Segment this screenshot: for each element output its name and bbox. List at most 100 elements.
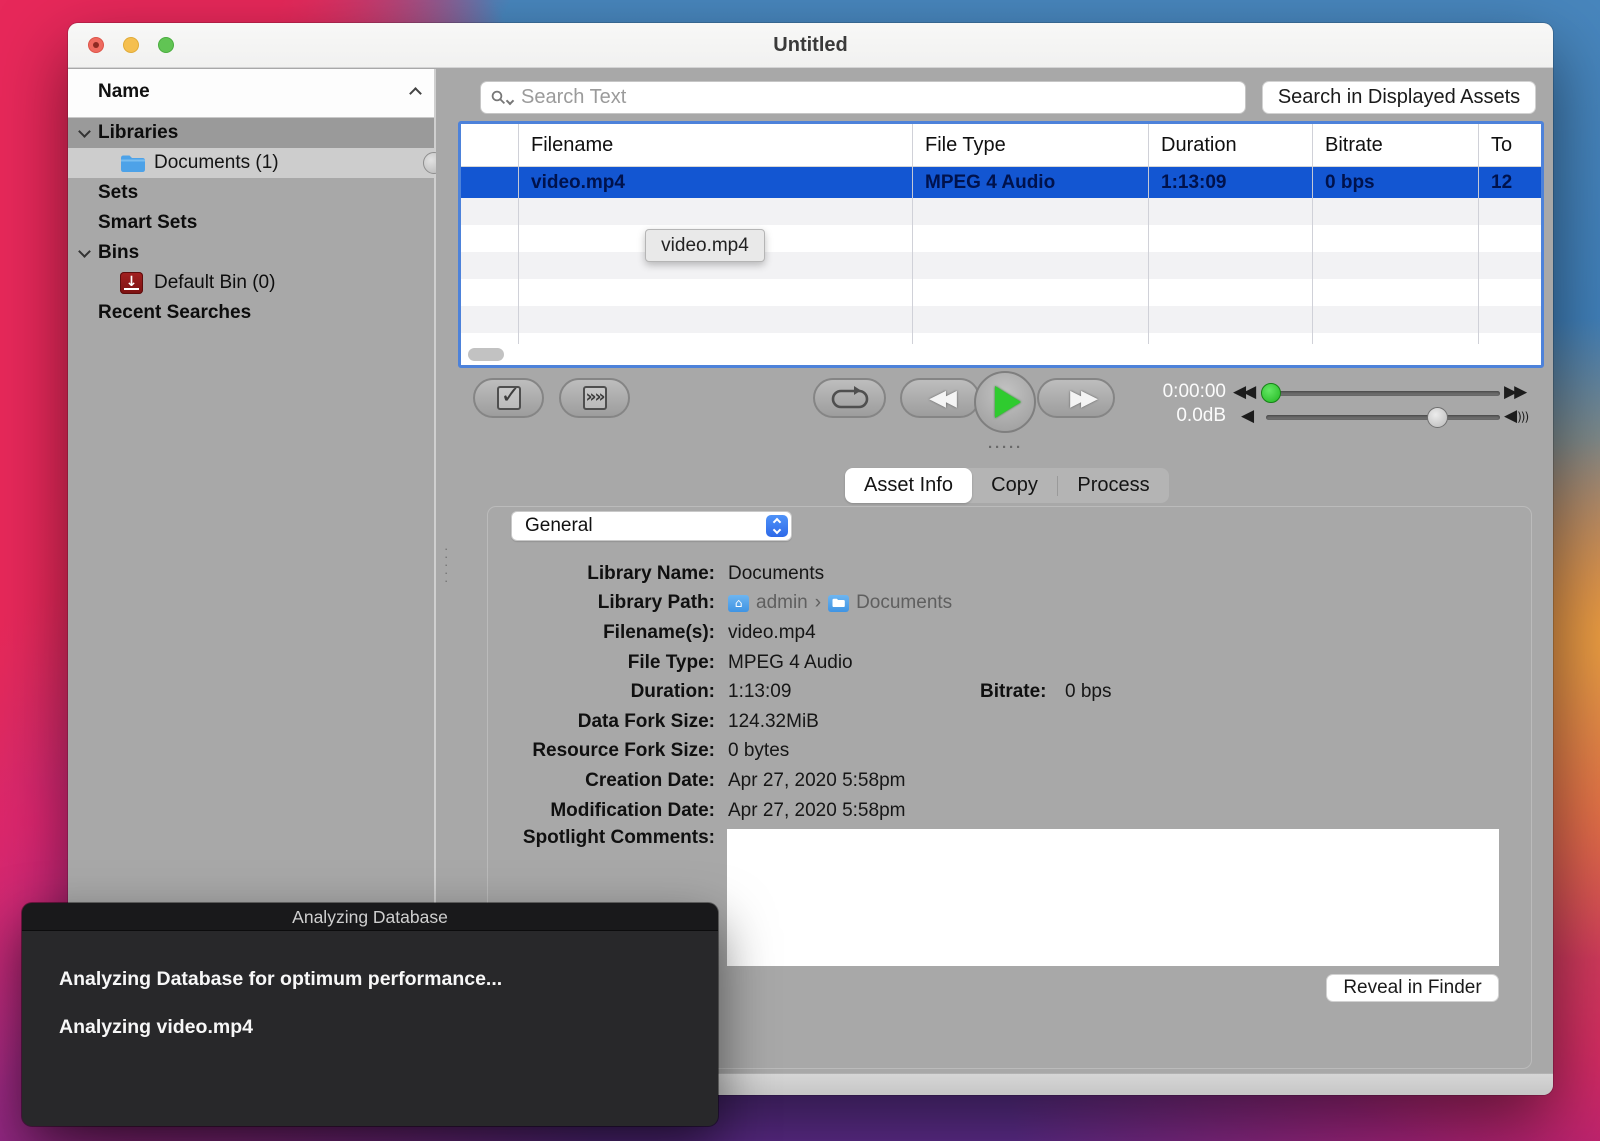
seek-forward-icon[interactable]: ▶▶: [1504, 382, 1524, 402]
sidebar-item-label: Sets: [98, 178, 138, 208]
reveal-in-finder-button[interactable]: Reveal in Finder: [1326, 974, 1499, 1002]
table-header-bitrate[interactable]: Bitrate: [1312, 124, 1478, 166]
cell-duration: 1:13:09: [1148, 167, 1312, 198]
sidebar-item-label: Default Bin (0): [154, 268, 275, 298]
mark-checkbox-button[interactable]: ✓: [473, 378, 544, 418]
field-label: Filename(s):: [493, 622, 715, 644]
scrollbar-thumb[interactable]: [468, 348, 504, 361]
chevron-down-icon[interactable]: [78, 245, 91, 258]
table-row: [461, 306, 1541, 333]
dialog-status-line: Analyzing Database for optimum performan…: [59, 968, 502, 991]
search-icon: [491, 90, 506, 105]
field-value: Documents: [728, 563, 824, 585]
field-modification-date: Modification Date: Apr 27, 2020 5:58pm: [493, 796, 1513, 826]
field-label: File Type:: [493, 652, 715, 674]
search-in-displayed-assets-button[interactable]: Search in Displayed Assets: [1262, 81, 1536, 114]
path-segment-folder[interactable]: Documents: [856, 592, 952, 614]
field-creation-date: Creation Date: Apr 27, 2020 5:58pm: [493, 766, 1513, 796]
horizontal-scrollbar[interactable]: [461, 344, 1541, 365]
table-header-file-type[interactable]: File Type: [912, 124, 1148, 166]
seek-back-icon[interactable]: ◀◀: [1233, 382, 1253, 402]
volume-mute-icon[interactable]: ◀: [1241, 406, 1254, 426]
chevron-down-icon[interactable]: [78, 125, 91, 138]
path-separator: ›: [815, 592, 821, 614]
field-value: Apr 27, 2020 5:58pm: [728, 770, 905, 792]
sidebar-item-bins[interactable]: Bins: [68, 238, 434, 268]
tab-copy[interactable]: Copy: [972, 468, 1057, 503]
rewind-button[interactable]: ◀◀: [900, 378, 980, 418]
detail-tabs: Asset Info Copy Process: [845, 468, 1169, 503]
field-file-type: File Type: MPEG 4 Audio: [493, 648, 1513, 678]
volume-max-icon[interactable]: ◀))): [1504, 406, 1528, 426]
window-title: Untitled: [68, 23, 1553, 68]
loop-button[interactable]: [813, 378, 886, 418]
field-library-path: Library Path: ⌂ admin › Documents: [493, 589, 1513, 619]
sidebar-item-label: Bins: [98, 238, 139, 268]
path-segment-home[interactable]: admin: [756, 592, 808, 614]
splitter-drag-handle[interactable]: ·····: [444, 545, 452, 585]
title-bar[interactable]: Untitled: [68, 23, 1553, 68]
tab-asset-info[interactable]: Asset Info: [845, 468, 972, 503]
asset-fields: Library Name: Documents Library Path: ⌂ …: [493, 559, 1513, 849]
field-label: Duration:: [493, 681, 715, 703]
field-library-name: Library Name: Documents: [493, 559, 1513, 589]
asset-table: Filename File Type Duration Bitrate To v…: [458, 121, 1544, 368]
field-duration: Duration: 1:13:09 Bitrate: 0 bps: [493, 677, 1513, 707]
table-header-row: Filename File Type Duration Bitrate To: [461, 124, 1541, 167]
volume-knob[interactable]: [1427, 407, 1448, 428]
folder-icon[interactable]: [828, 595, 849, 612]
loop-icon: [830, 385, 870, 411]
search-input[interactable]: [521, 86, 1245, 109]
sidebar-item-smart-sets[interactable]: Smart Sets: [68, 208, 434, 238]
cell-bitrate: 0 bps: [1312, 167, 1478, 198]
sidebar-item-recent-searches[interactable]: Recent Searches: [68, 298, 434, 328]
volume-label: 0.0dB: [1096, 405, 1226, 427]
spotlight-comments-input[interactable]: [727, 829, 1499, 966]
sidebar-item-sets[interactable]: Sets: [68, 178, 434, 208]
field-label: Modification Date:: [493, 800, 715, 822]
cell-filename: video.mp4: [518, 167, 912, 198]
table-header-to[interactable]: To: [1478, 124, 1541, 166]
timecode-label: 0:00:00: [1096, 381, 1226, 403]
home-icon[interactable]: ⌂: [728, 595, 749, 612]
batch-process-button[interactable]: »»: [559, 378, 630, 418]
sidebar-name-header[interactable]: Name: [68, 69, 434, 118]
field-label: Resource Fork Size:: [493, 740, 715, 762]
table-row-selected[interactable]: video.mp4 MPEG 4 Audio 1:13:09 0 bps 12: [461, 167, 1541, 198]
category-select-value: General: [525, 512, 593, 540]
sidebar-item-default-bin[interactable]: ↓ Default Bin (0): [68, 268, 434, 298]
sidebar-item-documents[interactable]: Documents (1): [68, 148, 434, 178]
field-value: Apr 27, 2020 5:58pm: [728, 800, 905, 822]
field-label: Library Path:: [493, 592, 715, 614]
sidebar-item-label: Documents (1): [154, 148, 279, 178]
search-options-chevron-icon[interactable]: [506, 96, 514, 104]
table-header-filename[interactable]: Filename: [518, 124, 912, 166]
tab-process[interactable]: Process: [1058, 468, 1169, 503]
field-filenames: Filename(s): video.mp4: [493, 618, 1513, 648]
rewind-icon: ◀◀: [929, 386, 951, 411]
sidebar-item-label: Smart Sets: [98, 208, 197, 238]
category-select[interactable]: General: [511, 511, 792, 541]
panel-drag-handle[interactable]: ·····: [988, 439, 1023, 456]
cell-to: 12: [1478, 167, 1541, 198]
dialog-status-line: Analyzing video.mp4: [59, 1016, 253, 1039]
seek-knob[interactable]: [1261, 383, 1281, 403]
table-header-status[interactable]: [461, 124, 518, 166]
search-field[interactable]: [480, 81, 1246, 114]
sidebar-item-label: Libraries: [98, 118, 178, 148]
popup-chevrons-icon: [766, 515, 788, 537]
field-label: Library Name:: [493, 563, 715, 585]
dialog-title: Analyzing Database: [22, 903, 718, 931]
play-button[interactable]: [974, 371, 1036, 433]
sidebar-item-libraries[interactable]: Libraries: [68, 118, 434, 148]
table-row: [461, 225, 1541, 252]
desktop-wallpaper: Untitled Name Libraries Documents (1): [0, 0, 1600, 1141]
field-value: 124.32MiB: [728, 711, 819, 733]
sort-ascending-icon[interactable]: [409, 87, 422, 100]
table-header-duration[interactable]: Duration: [1148, 124, 1312, 166]
field-label: Creation Date:: [493, 770, 715, 792]
volume-slider[interactable]: [1266, 415, 1500, 420]
fast-forward-icon: ▶▶: [1070, 386, 1092, 411]
sidebar-item-label: Recent Searches: [98, 298, 251, 328]
seek-slider[interactable]: [1266, 391, 1500, 396]
